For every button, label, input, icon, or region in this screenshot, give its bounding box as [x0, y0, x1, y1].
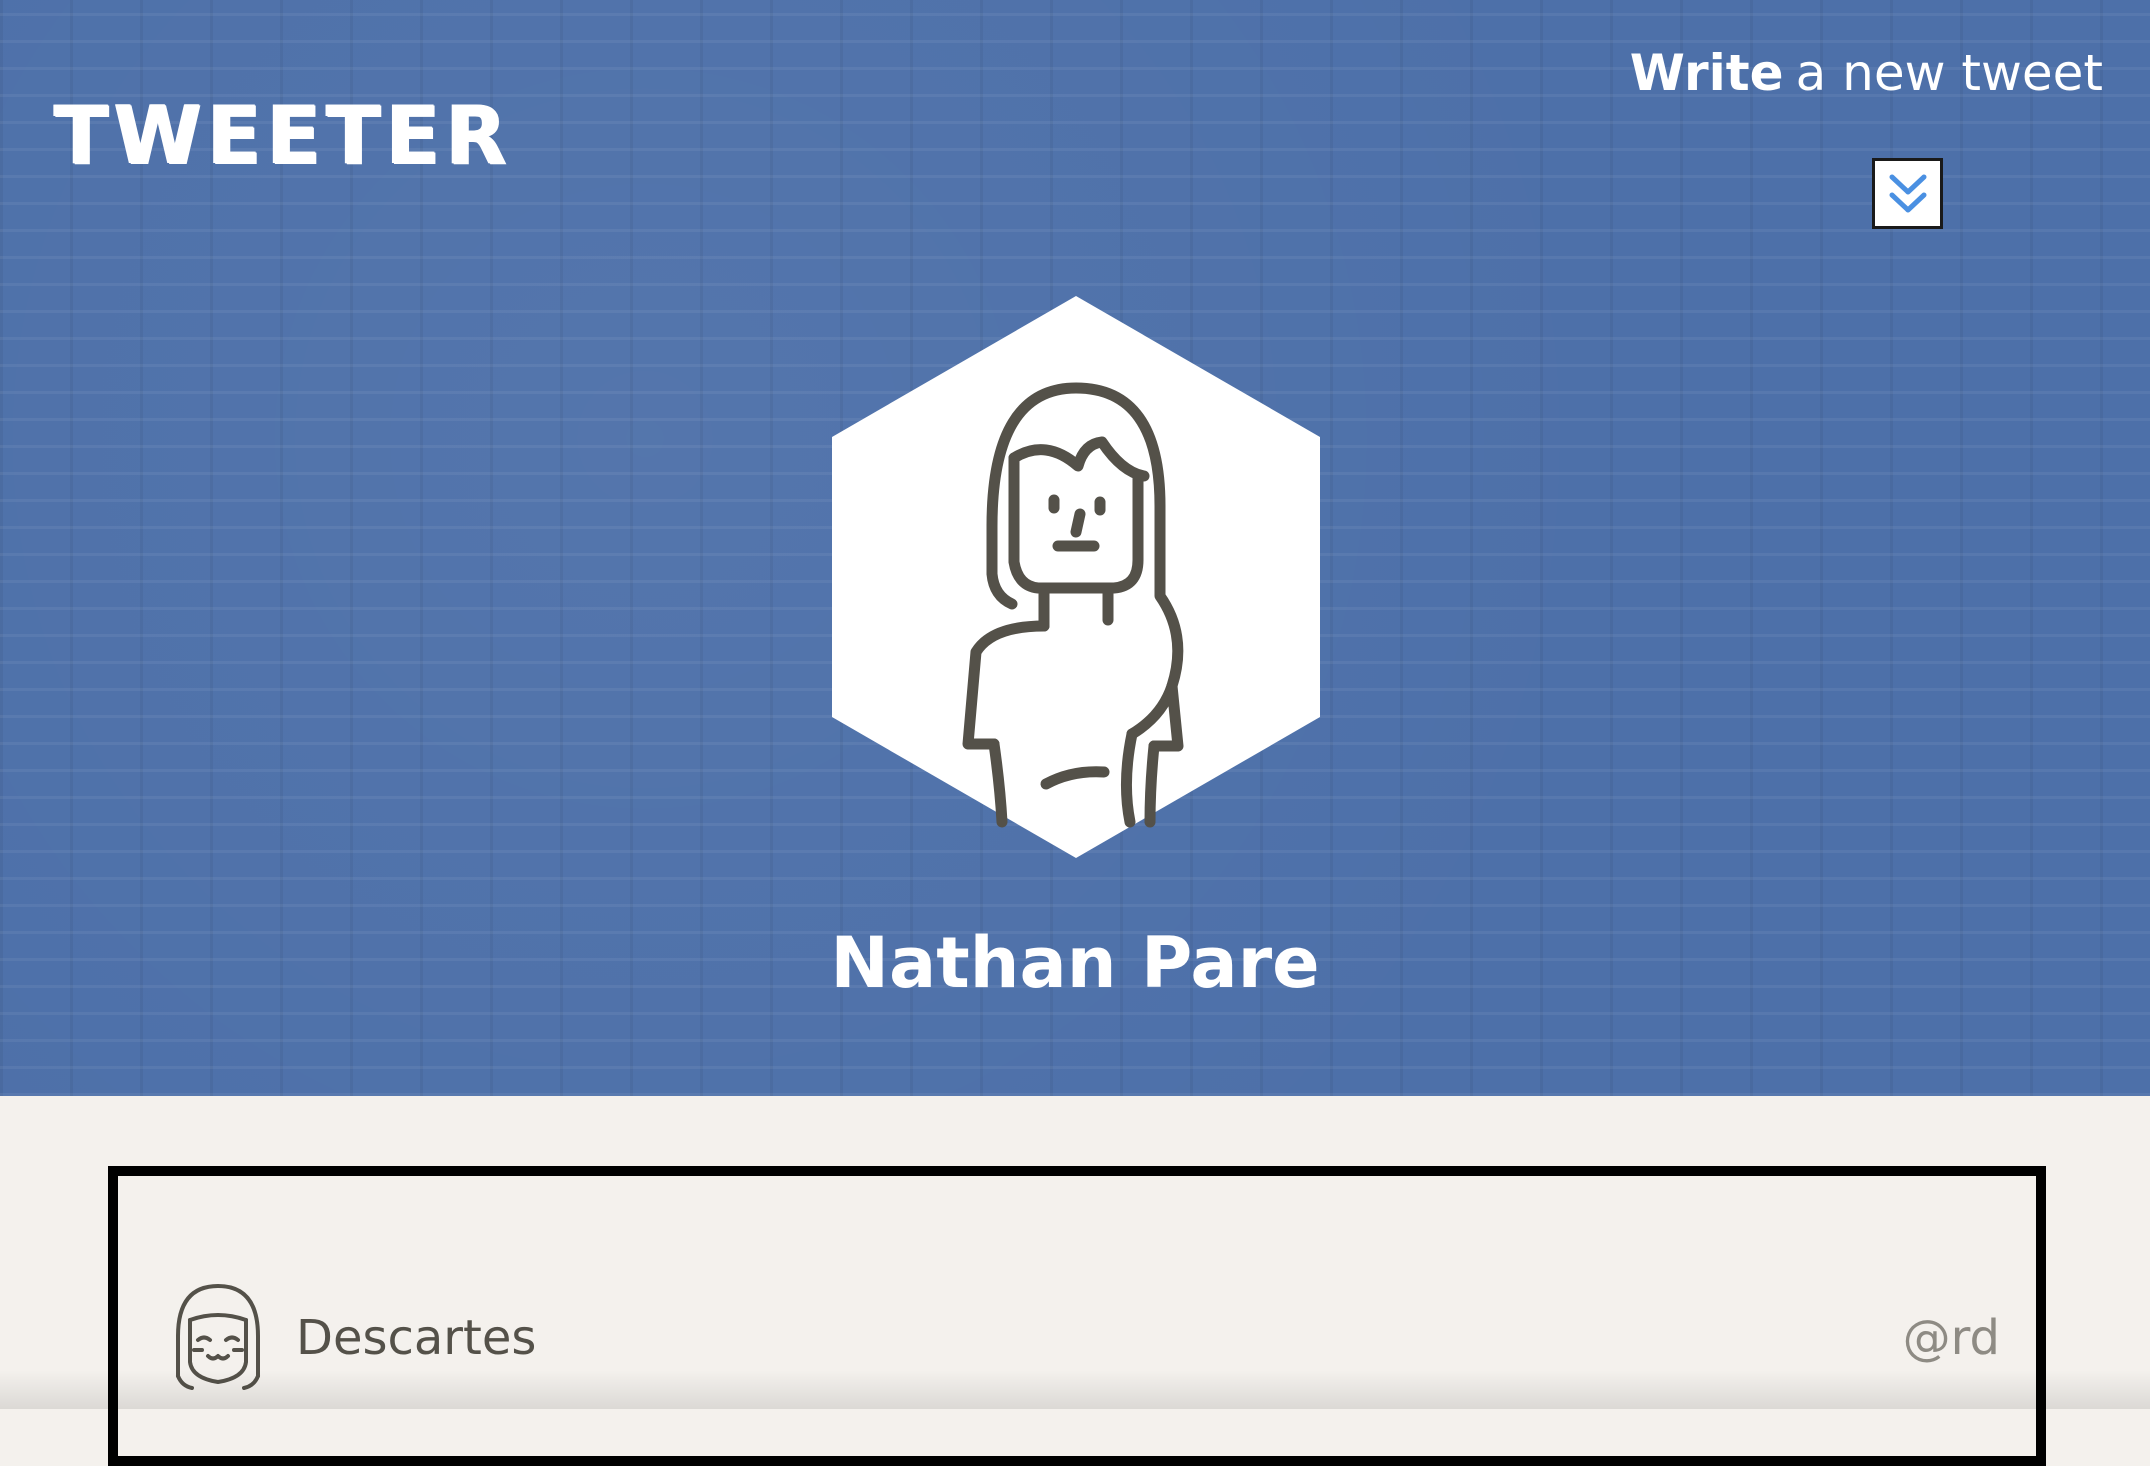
compose-toggle-button[interactable] [1872, 158, 1943, 229]
smiling-girl-avatar-icon [176, 1284, 260, 1390]
write-new-tweet-link[interactable]: Write a new tweet [1630, 44, 2103, 102]
profile-name: Nathan Pare [830, 922, 1320, 1004]
double-chevron-down-icon [1889, 174, 1926, 212]
tweet-author-name[interactable]: Descartes [296, 1314, 536, 1362]
profile-header: TWEETER Write a new tweet Nathan Pare [0, 0, 2150, 1096]
app-logo[interactable]: TWEETER [54, 96, 512, 176]
tweet-author-handle[interactable]: @rd [1903, 1314, 2000, 1362]
compose-link-rest-text: a new tweet [1795, 44, 2103, 102]
compose-link-strong-text: Write [1629, 44, 1784, 102]
user-avatar-icon [832, 296, 1320, 858]
tweet-card[interactable]: Descartes @rd [108, 1166, 2046, 1466]
